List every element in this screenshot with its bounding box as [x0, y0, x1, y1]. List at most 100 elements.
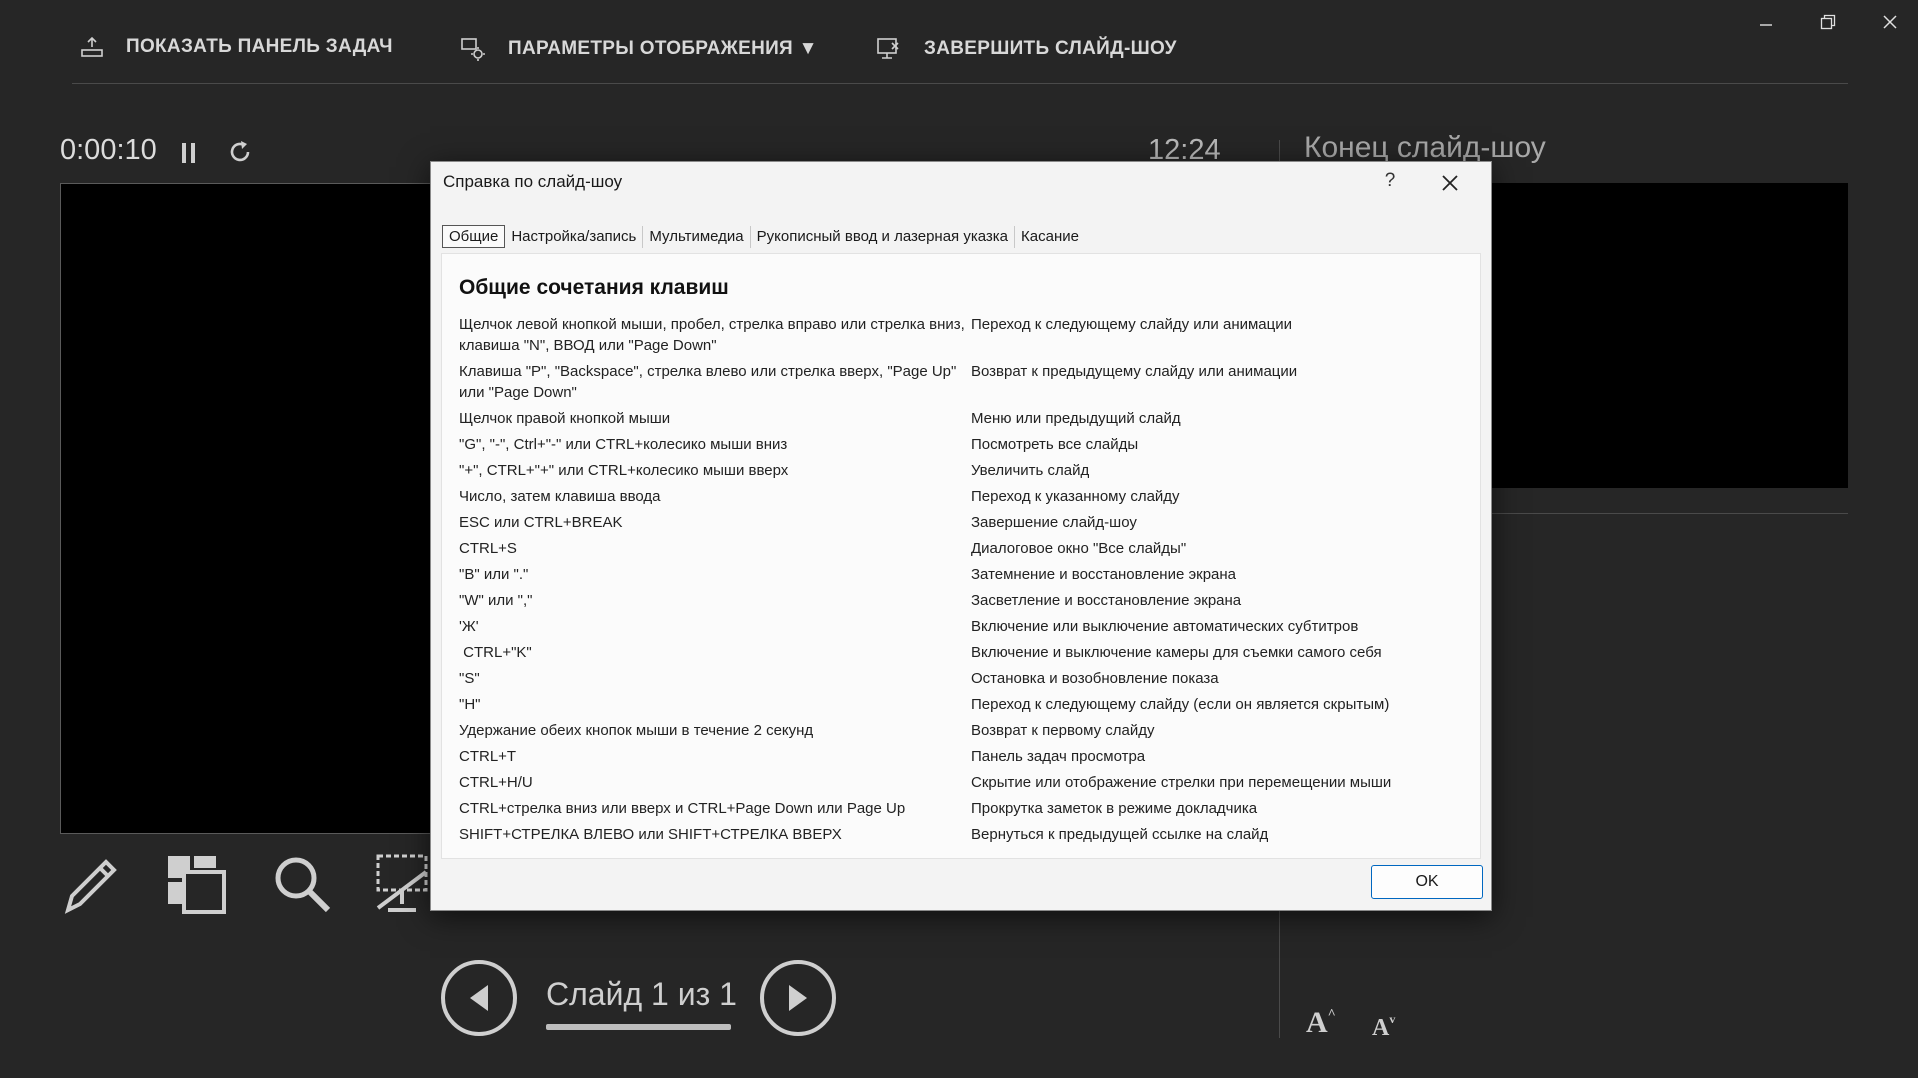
shortcut-description: Диалоговое окно "Все слайды" — [971, 540, 1187, 557]
end-show-icon — [877, 38, 899, 59]
shortcut-keys: CTRL+T — [459, 748, 517, 765]
shortcut-row: CTRL+S Диалоговое окно "Все слайды" — [459, 538, 1469, 559]
shortcut-description: Переход к указанному слайду — [971, 488, 1180, 505]
shortcut-keys: Щелчок левой кнопкой мыши, пробел, стрел… — [459, 316, 969, 354]
shortcut-row: Удержание обеих кнопок мыши в течение 2 … — [459, 720, 1469, 741]
shortcut-description: Остановка и возобновление показа — [971, 670, 1219, 687]
toolbar-divider — [72, 83, 1848, 84]
elapsed-timer: 0:00:10 — [60, 134, 157, 166]
tab-setup-record[interactable]: Настройка/запись — [505, 226, 642, 247]
show-taskbar-button[interactable]: ПОКАЗАТЬ ПАНЕЛЬ ЗАДАЧ — [80, 36, 393, 58]
decrease-font-icon[interactable]: Av — [1372, 1012, 1395, 1042]
shortcut-row: CTRL+T Панель задач просмотра — [459, 746, 1469, 767]
shortcut-keys: CTRL+H/U — [459, 774, 533, 791]
shortcuts-panel: Общие сочетания клавиш Щелчок левой кноп… — [441, 253, 1481, 859]
restore-icon — [1820, 14, 1836, 30]
shortcut-description: Засветление и восстановление экрана — [971, 592, 1242, 609]
close-window-button[interactable] — [1870, 8, 1910, 36]
tab-media[interactable]: Мультимедиа — [643, 226, 749, 247]
shortcut-description: Возврат к первому слайду — [971, 722, 1155, 739]
shortcut-description: Переход к следующему слайду (если он явл… — [971, 696, 1390, 713]
shortcut-keys: "+", CTRL+"+" или CTRL+колесико мыши вве… — [459, 462, 789, 479]
see-all-slides-icon[interactable] — [164, 852, 228, 916]
current-slide-preview[interactable] — [60, 183, 480, 834]
shortcut-description: Панель задач просмотра — [971, 748, 1146, 765]
shortcut-row: "W" или "," Засветление и восстановление … — [459, 590, 1469, 611]
arrow-right-icon — [789, 985, 807, 1011]
shortcut-row: "+", CTRL+"+" или CTRL+колесико мыши вве… — [459, 460, 1469, 481]
tab-general[interactable]: Общие — [442, 225, 506, 248]
slide-progress-bar — [546, 1024, 731, 1030]
shortcut-keys: Клавиша "P", "Backspace", стрелка влево … — [459, 363, 961, 401]
slideshow-help-dialog: Справка по слайд-шоу ? Общие Настройка/з… — [430, 161, 1492, 911]
shortcut-description: Посмотреть все слайды — [971, 436, 1139, 453]
shortcut-row: "H" Переход к следующему слайду (если он … — [459, 694, 1469, 715]
shortcut-description: Завершение слайд-шоу — [971, 514, 1137, 531]
top-toolbar: ПОКАЗАТЬ ПАНЕЛЬ ЗАДАЧ ПАРАМЕТРЫ ОТОБРАЖЕ… — [0, 0, 1918, 84]
dialog-title: Справка по слайд-шоу — [443, 172, 623, 191]
shortcut-row: Щелчок левой кнопкой мыши, пробел, стрел… — [459, 314, 1469, 356]
shortcut-description: Меню или предыдущий слайд — [971, 410, 1181, 427]
shortcut-description: Включение и выключение камеры для съемки… — [971, 644, 1382, 661]
shortcut-keys: CTRL+S — [459, 540, 517, 557]
shortcut-description: Скрытие или отображение стрелки при пере… — [971, 774, 1392, 791]
shortcut-row: ESC или CTRL+BREAK Завершение слайд-шоу — [459, 512, 1469, 533]
shortcut-description: Переход к следующему слайду или анимации — [971, 316, 1292, 333]
shortcut-description: Включение или выключение автоматических … — [971, 618, 1359, 635]
dialog-tabs: Общие Настройка/запись Мультимедиа Рукоп… — [442, 225, 1085, 248]
tab-touch[interactable]: Касание — [1015, 226, 1085, 247]
shortcut-row: Число, затем клавиша ввода Переход к указ… — [459, 486, 1469, 507]
previous-slide-button[interactable] — [441, 960, 517, 1036]
end-show-label: ЗАВЕРШИТЬ СЛАЙД-ШОУ — [924, 38, 1177, 59]
end-show-button[interactable]: ЗАВЕРШИТЬ СЛАЙД-ШОУ — [876, 36, 1177, 62]
next-slide-label: Конец слайд-шоу — [1304, 131, 1546, 164]
notes-divider — [1490, 513, 1848, 514]
shortcut-keys: CTRL+стрелка вниз или вверх и CTRL+Page … — [459, 800, 906, 817]
restore-button[interactable] — [1808, 8, 1848, 36]
shortcut-row: SHIFT+СТРЕЛКА ВЛЕВО или SHIFT+СТРЕЛКА ВВ… — [459, 824, 1469, 845]
shortcut-row: "G", "-", Ctrl+"-" или CTRL+колесико мыш… — [459, 434, 1469, 455]
help-button[interactable]: ? — [1380, 170, 1400, 192]
shortcut-keys: "W" или "," — [459, 592, 533, 609]
shortcut-description: Возврат к предыдущему слайду или анимаци… — [971, 363, 1298, 380]
display-settings-button[interactable]: ПАРАМЕТРЫ ОТОБРАЖЕНИЯ ▼ — [460, 36, 818, 62]
shortcut-row: "S" Остановка и возобновление показа — [459, 668, 1469, 689]
shortcut-keys: ESC или CTRL+BREAK — [459, 514, 623, 531]
ok-button[interactable]: OK — [1371, 865, 1483, 899]
increase-font-icon[interactable]: A^ — [1306, 1006, 1336, 1040]
shortcut-keys: 'Ж' — [459, 618, 479, 635]
black-screen-icon[interactable] — [374, 852, 430, 916]
shortcut-keys: "G", "-", Ctrl+"-" или CTRL+колесико мыш… — [459, 436, 788, 453]
shortcut-description: Затемнение и восстановление экрана — [971, 566, 1237, 583]
shortcut-row: CTRL+H/U Скрытие или отображение стрелки … — [459, 772, 1469, 793]
shortcut-row: Щелчок правой кнопкой мыши Меню или преды… — [459, 408, 1469, 429]
taskbar-icon — [81, 36, 103, 57]
shortcut-row: CTRL+стрелка вниз или вверх и CTRL+Page … — [459, 798, 1469, 819]
shortcut-keys: Число, затем клавиша ввода — [459, 488, 661, 505]
display-settings-label: ПАРАМЕТРЫ ОТОБРАЖЕНИЯ ▼ — [508, 38, 818, 59]
shortcut-row: CTRL+"K" Включение и выключение камеры дл… — [459, 642, 1469, 663]
tab-ink-laser[interactable]: Рукописный ввод и лазерная указка — [751, 226, 1014, 247]
shortcut-row: "B" или "." Затемнение и восстановление э… — [459, 564, 1469, 585]
shortcut-keys: CTRL+"K" — [459, 644, 532, 661]
zoom-icon[interactable] — [270, 852, 334, 916]
shortcut-row: 'Ж' Включение или выключение автоматическ… — [459, 616, 1469, 637]
shortcut-keys: Щелчок правой кнопкой мыши — [459, 410, 671, 427]
display-settings-icon — [461, 38, 485, 61]
close-icon[interactable] — [1437, 170, 1463, 196]
restart-timer-icon[interactable] — [226, 138, 254, 166]
panel-heading: Общие сочетания клавиш — [459, 276, 729, 299]
pen-icon[interactable] — [60, 852, 124, 916]
shortcut-description: Прокрутка заметок в режиме докладчика — [971, 800, 1258, 817]
arrow-left-icon — [470, 985, 488, 1011]
minimize-icon — [1760, 24, 1772, 26]
slide-counter[interactable]: Слайд 1 из 1 — [546, 976, 737, 1013]
shortcut-description: Вернуться к предыдущей ссылке на слайд — [971, 826, 1269, 843]
pause-timer-icon[interactable] — [178, 140, 200, 166]
minimize-button[interactable] — [1746, 8, 1786, 36]
shortcut-keys: "S" — [459, 670, 480, 687]
next-slide-preview — [1480, 183, 1848, 488]
shortcut-keys: Удержание обеих кнопок мыши в течение 2 … — [459, 722, 814, 739]
next-slide-button[interactable] — [760, 960, 836, 1036]
shortcut-keys: "H" — [459, 696, 481, 713]
